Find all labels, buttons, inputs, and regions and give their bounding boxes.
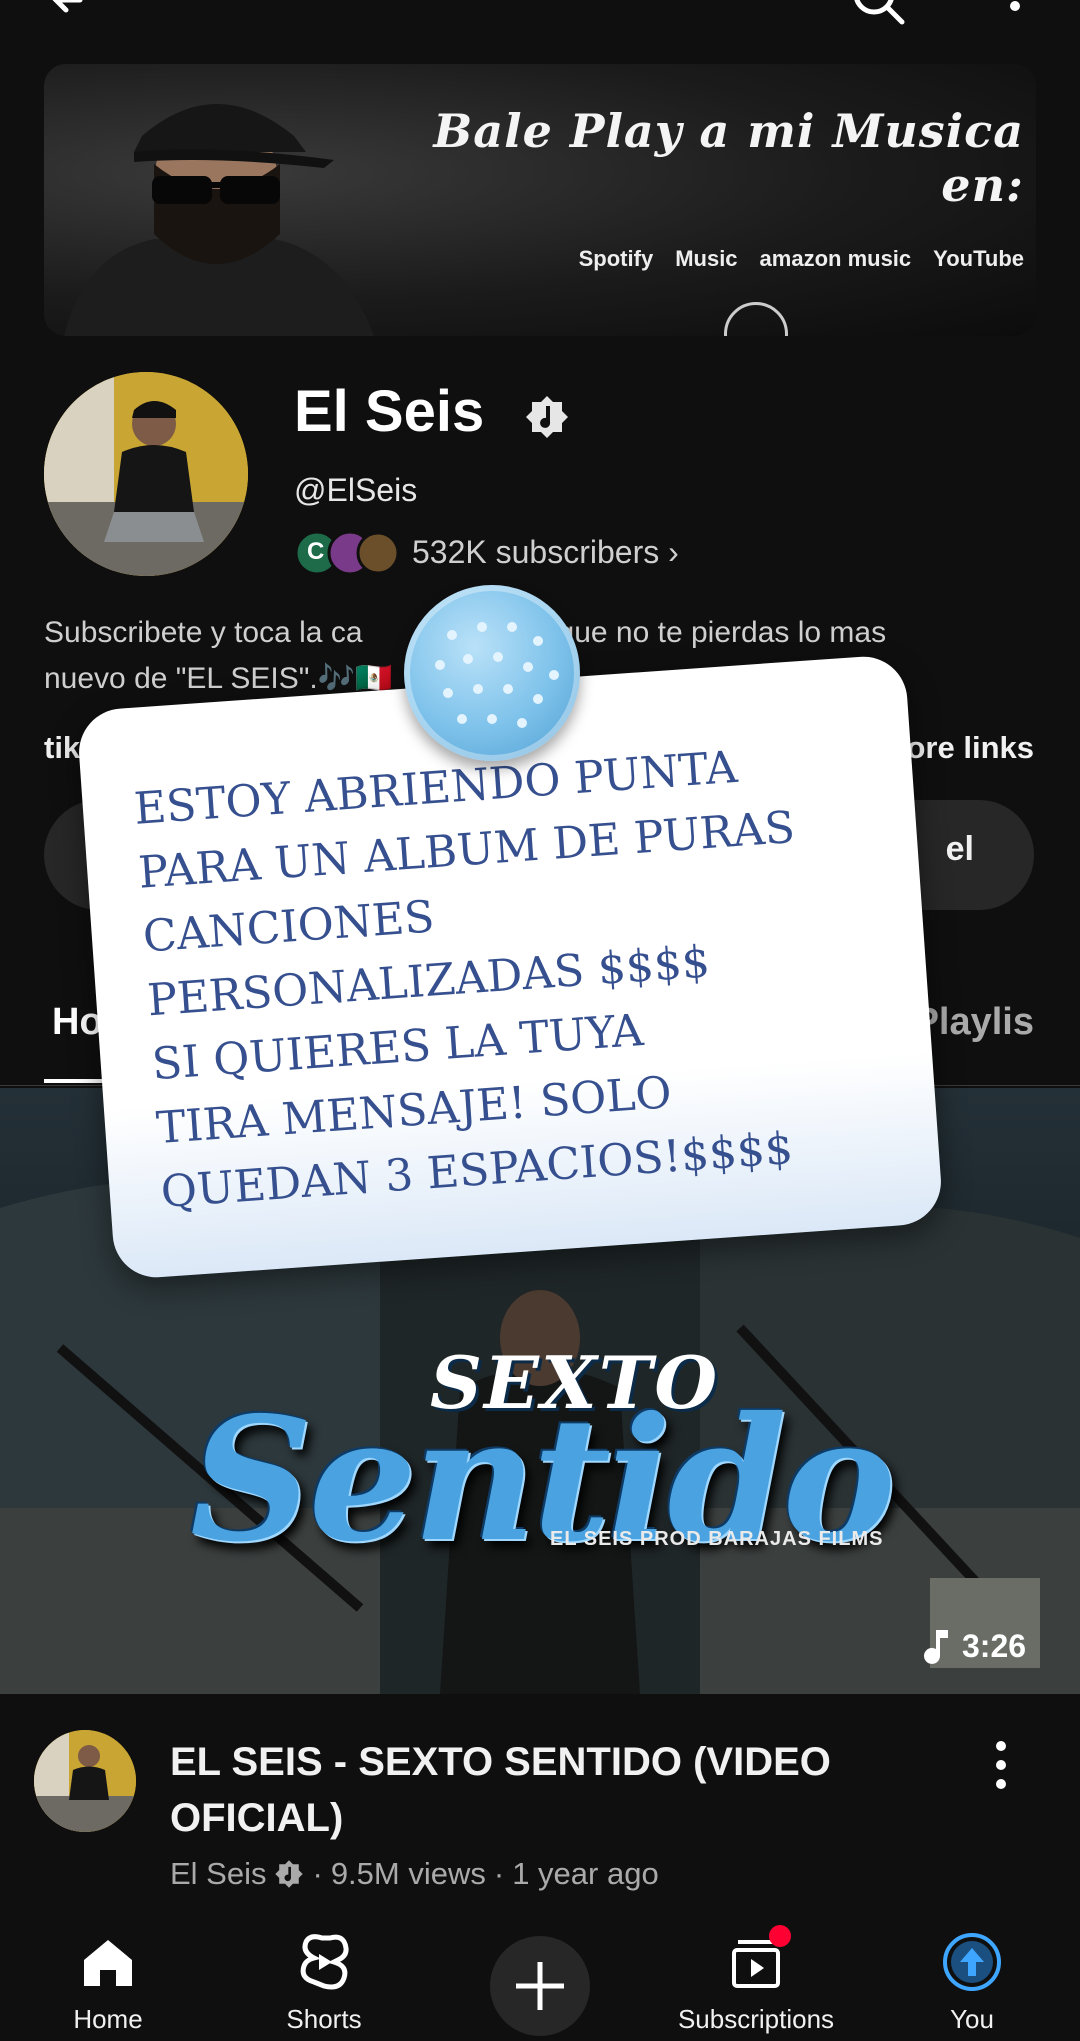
- video-age: 1 year ago: [512, 1856, 659, 1891]
- music-note-icon: [924, 1630, 948, 1664]
- home-icon: [84, 1940, 132, 1986]
- bottom-navigation: Home Shorts Subscriptions You: [0, 1912, 1080, 2036]
- video-duration: 3:26: [962, 1627, 1027, 1664]
- pushpin-dots: [435, 622, 559, 728]
- youtube-label: YouTube: [933, 246, 1024, 271]
- video-metadata: El Seis · 9.5M views · 1 year ago: [170, 1856, 659, 1892]
- channel-handle: @ElSeis: [294, 472, 418, 508]
- channel-banner: Bale Play a mi Musica en: Spotify Music …: [44, 64, 1036, 336]
- apple-music-label: Music: [675, 246, 738, 271]
- separator: ·: [312, 1856, 323, 1891]
- notification-dot-icon: [769, 1925, 791, 1947]
- avatar-image: [34, 1730, 136, 1832]
- nav-home-label: Home: [73, 2004, 143, 2034]
- banner-artist-image: [64, 104, 374, 336]
- more-vert-icon[interactable]: [995, 0, 1035, 20]
- nav-subscriptions[interactable]: Subscriptions: [666, 1912, 846, 2034]
- more-links[interactable]: ore links: [907, 730, 1035, 766]
- top-app-bar: [0, 0, 1080, 40]
- create-button[interactable]: [490, 1936, 590, 2036]
- channel-avatar[interactable]: [44, 372, 248, 576]
- subscriber-count-text: 532K subscribers: [412, 534, 660, 570]
- search-icon[interactable]: [848, 0, 908, 28]
- video-title[interactable]: EL SEIS - SEXTO SENTIDO (VIDEO OFICIAL): [170, 1734, 950, 1846]
- nav-you[interactable]: You: [882, 1912, 1062, 2034]
- banner-streaming-services: Spotify Music amazon music YouTube: [524, 242, 1024, 276]
- verified-artist-icon: [526, 396, 568, 438]
- nav-subscriptions-label: Subscriptions: [677, 2004, 835, 2034]
- subscriber-avatar-letter: C: [307, 538, 325, 565]
- plus-icon: [516, 1962, 564, 2010]
- pushpin-icon: [404, 585, 580, 761]
- tab-home[interactable]: Ho: [52, 1001, 103, 1044]
- video-more-icon[interactable]: [990, 1740, 1012, 1790]
- duration-badge: 3:26: [920, 1622, 1026, 1670]
- sticky-note-text: ESTOY ABRIENDO PUNTA PARA UN ALBUM DE PU…: [132, 741, 797, 1218]
- nav-home[interactable]: Home: [18, 1912, 198, 2034]
- avatar-image: [44, 372, 248, 576]
- separator: ·: [493, 1856, 505, 1891]
- you-upload-icon: [943, 1933, 1001, 1991]
- nav-you-label: You: [950, 2004, 994, 2034]
- video-logo-credit: EL SEIS PROD BARAJAS FILMS: [550, 1528, 884, 1550]
- subscriber-count[interactable]: 532K subscribers ›: [412, 534, 679, 571]
- banner-seal-logo: [724, 302, 788, 336]
- video-channel-avatar[interactable]: [34, 1730, 136, 1832]
- nav-shorts[interactable]: Shorts: [234, 1912, 414, 2034]
- subscribe-button-label: el: [945, 830, 974, 868]
- shorts-icon: [300, 1934, 349, 1990]
- video-channel-name: El Seis: [170, 1856, 267, 1891]
- back-arrow-icon[interactable]: [40, 0, 100, 30]
- channel-name: El Seis: [294, 379, 485, 444]
- amazon-music-label: amazon music: [759, 246, 912, 271]
- video-views: 9.5M views: [330, 1856, 486, 1891]
- spotify-label: Spotify: [578, 246, 654, 271]
- verified-artist-icon: [275, 1860, 304, 1888]
- chevron-right-icon: ›: [668, 534, 679, 570]
- nav-shorts-label: Shorts: [286, 2004, 362, 2034]
- banner-headline: Bale Play a mi Musica en:: [433, 104, 1024, 212]
